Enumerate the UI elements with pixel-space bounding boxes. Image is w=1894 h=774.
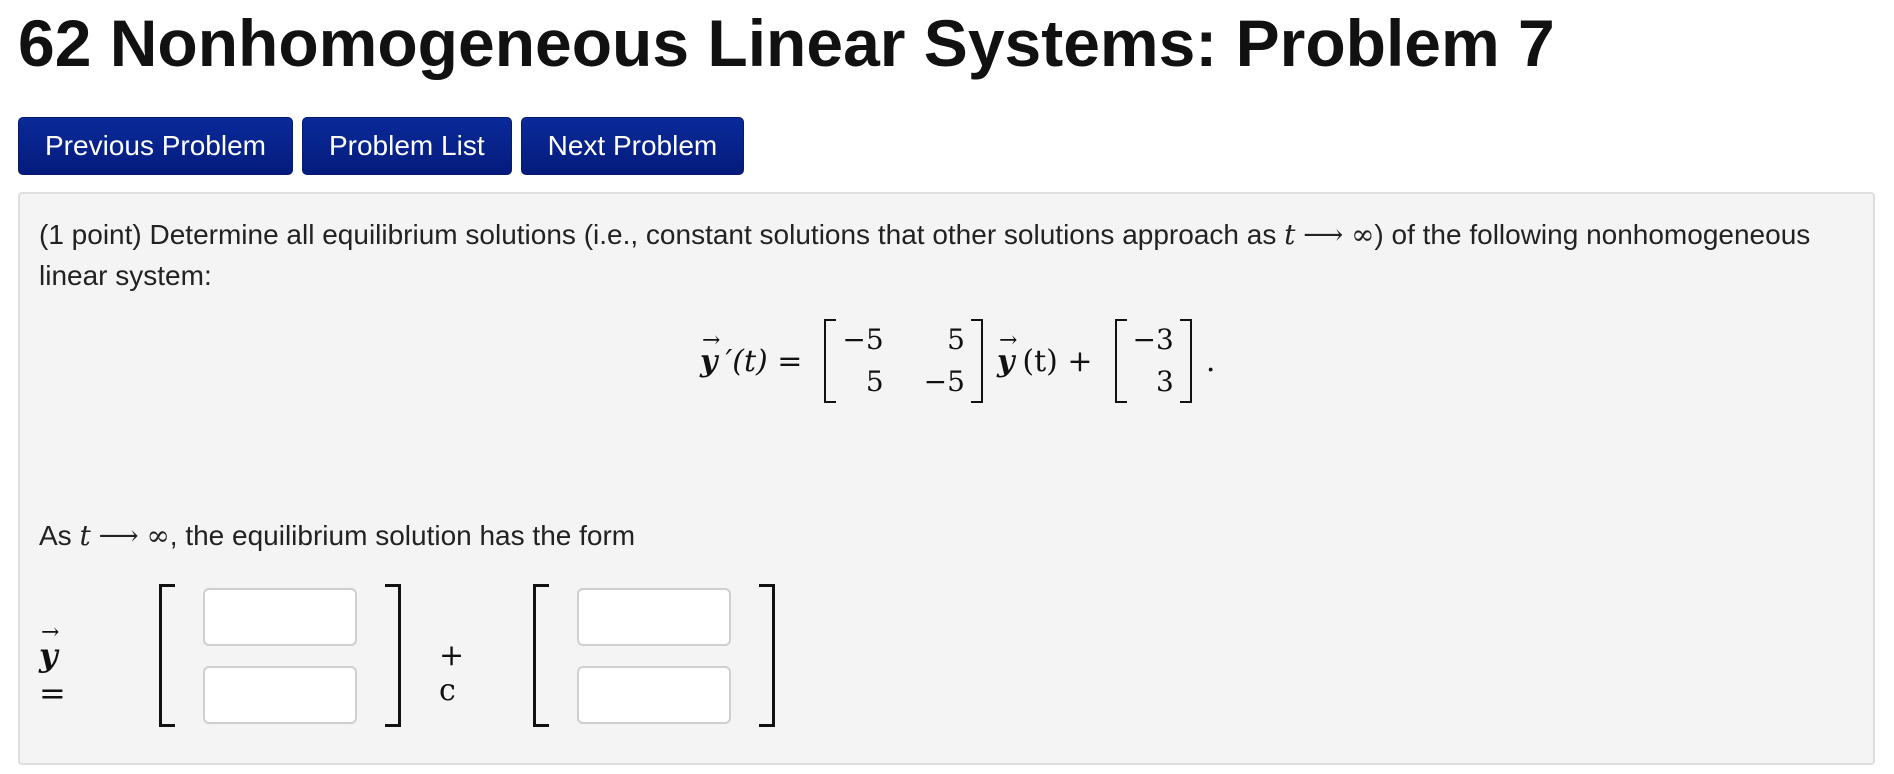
- intro-text-start: (1 point) Determine all equilibrium solu…: [39, 219, 1285, 250]
- infinity-symbol: ∞: [1351, 218, 1375, 251]
- vector-cell: −3: [1132, 323, 1174, 356]
- answer-prompt: As t ⟶ ∞, the equilibrium solution has t…: [39, 516, 635, 556]
- answer-prompt-text: , the equilibrium solution has the form: [169, 520, 636, 551]
- left-bracket: [533, 584, 549, 727]
- plus-c-label: + c: [439, 638, 465, 708]
- answer-y-label: → y =: [39, 620, 66, 712]
- arrow-symbol: ⟶: [1303, 218, 1344, 251]
- y-vector: → y: [996, 327, 1018, 379]
- system-equation: → y ′(t) = −5 5 5 −5 → y (t) + −3 3 .: [700, 317, 1215, 405]
- t-variable: t: [1284, 218, 1296, 251]
- problem-list-button[interactable]: Problem List: [301, 117, 512, 175]
- equation-lhs-rest: ′(t) =: [725, 343, 803, 379]
- vector-cell: 3: [1155, 365, 1174, 398]
- right-bracket: [385, 584, 401, 727]
- problem-statement: (1 point) Determine all equilibrium solu…: [39, 214, 1839, 296]
- matrix-cell: −5: [842, 323, 884, 356]
- matrix-cell: −5: [923, 365, 965, 398]
- previous-problem-button[interactable]: Previous Problem: [18, 117, 293, 175]
- matrix-cell: 5: [947, 323, 965, 356]
- problem-panel: (1 point) Determine all equilibrium solu…: [18, 192, 1875, 765]
- right-bracket: [759, 584, 775, 727]
- equilibrium-vector-entry-1[interactable]: [203, 588, 357, 646]
- arrow-symbol: ⟶: [98, 519, 139, 552]
- direction-vector-entry-2[interactable]: [577, 666, 731, 724]
- equation-middle: (t) +: [1022, 343, 1093, 379]
- problem-navigation: Previous Problem Problem List Next Probl…: [18, 117, 745, 175]
- page-title: 62 Nonhomogeneous Linear Systems: Proble…: [18, 6, 1555, 80]
- infinity-symbol: ∞: [146, 519, 170, 552]
- equilibrium-vector-entry-2[interactable]: [203, 666, 357, 724]
- y-vector: → y: [700, 327, 721, 379]
- equation-period: .: [1205, 343, 1216, 379]
- matrix-cell: 5: [865, 365, 884, 398]
- coefficient-matrix: −5 5 5 −5: [824, 319, 983, 403]
- left-bracket: [159, 584, 175, 727]
- direction-vector-entry-1[interactable]: [577, 588, 731, 646]
- t-variable: t: [79, 519, 91, 552]
- constant-vector: −3 3: [1114, 319, 1192, 403]
- next-problem-button[interactable]: Next Problem: [520, 117, 745, 175]
- as-text: As: [39, 520, 80, 551]
